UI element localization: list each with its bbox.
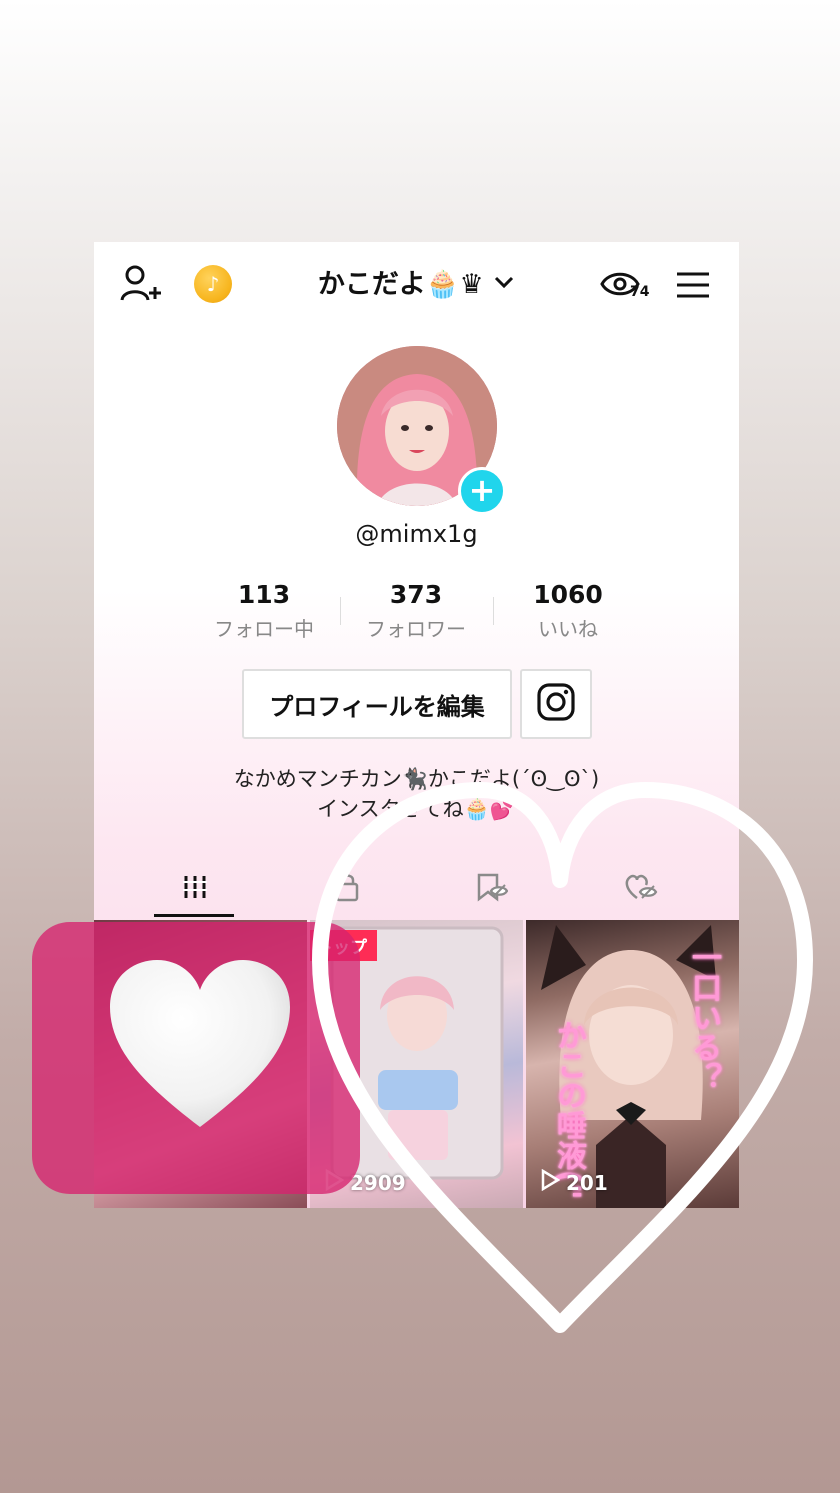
likes-count: 1060 [533, 580, 603, 609]
profile-handle: @mimx1g [355, 520, 478, 548]
chevron-down-icon[interactable] [493, 266, 515, 297]
edit-profile-button[interactable]: プロフィールを編集 [242, 669, 512, 739]
view-count-badge: 74 [630, 284, 650, 300]
following-label: フォロー中 [214, 617, 314, 641]
following-count: 113 [237, 580, 291, 609]
top-bar: ♪ かこだよ🧁♛ 74 [94, 242, 739, 326]
following-stat[interactable]: 113 フォロー中 [189, 580, 339, 642]
username-title: かこだよ🧁♛ [317, 269, 484, 300]
instagram-button[interactable] [520, 669, 592, 739]
followers-count: 373 [389, 580, 443, 609]
likes-stat[interactable]: 1060 いいね [493, 580, 643, 642]
add-photo-button[interactable]: + [458, 467, 506, 515]
hamburger-menu-icon[interactable] [672, 264, 714, 306]
grid-icon [181, 873, 209, 905]
white-heart-sticker [105, 955, 295, 1139]
likes-label: いいね [538, 617, 598, 641]
followers-label: フォロワー [366, 617, 466, 641]
instagram-icon [536, 682, 576, 726]
followers-stat[interactable]: 373 フォロワー [341, 580, 491, 642]
heart-outline-sticker [300, 770, 820, 1344]
active-tab-indicator [154, 914, 234, 917]
tab-videos[interactable] [114, 860, 275, 918]
